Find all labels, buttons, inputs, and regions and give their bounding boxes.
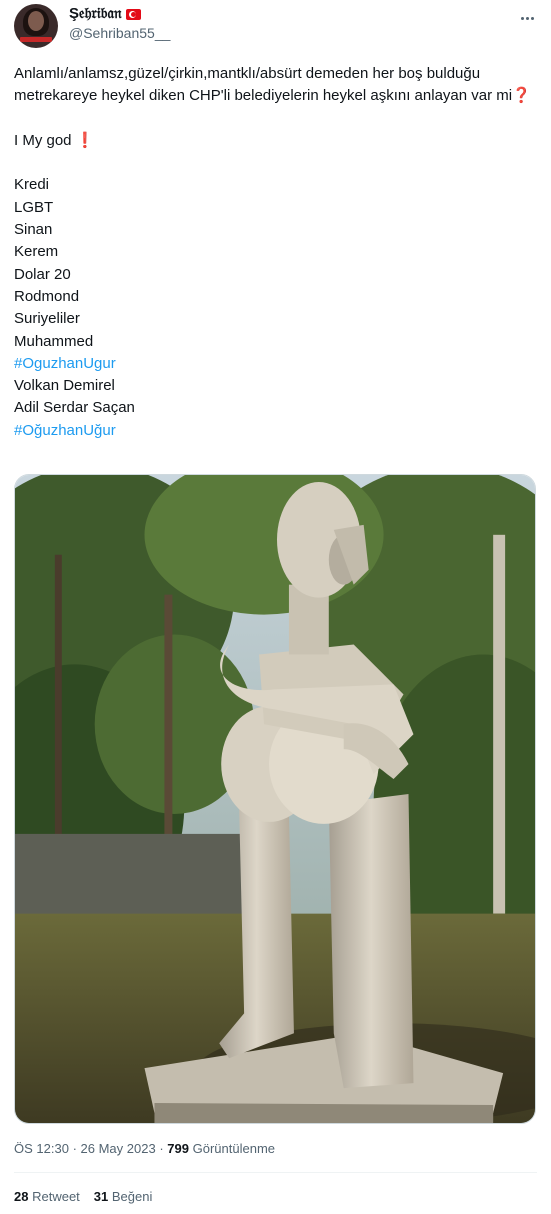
- exclamation-emoji-icon: ❗: [75, 131, 95, 149]
- tweet-header: Ş𝔢𝔥𝔯𝔦𝔟𝔞𝔫 @Sehriban55__: [14, 4, 537, 48]
- list-item: Volkan Demirel: [14, 377, 115, 395]
- hashtag-link[interactable]: #OguzhanUgur: [14, 353, 538, 375]
- views-count: 799: [167, 1141, 189, 1156]
- list-item: Sinan: [14, 221, 53, 239]
- list-item: Suriyeliler: [14, 310, 80, 328]
- question-mark-emoji-icon: ❓: [512, 87, 531, 105]
- retweets-count: 28: [14, 1189, 29, 1204]
- retweets-stat[interactable]: 28 Retweet: [14, 1188, 80, 1206]
- display-name[interactable]: Ş𝔢𝔥𝔯𝔦𝔟𝔞𝔫: [69, 4, 170, 24]
- tweet-photo[interactable]: [14, 474, 536, 1124]
- tweet-stats: 28 Retweet 31 Beğeni: [14, 1188, 152, 1206]
- tweet-time[interactable]: ÖS 12:30: [14, 1141, 69, 1156]
- hashtag-link[interactable]: #OğuzhanUğur: [14, 420, 538, 442]
- list-item: Kredi: [14, 176, 50, 194]
- list-item: Kerem: [14, 243, 59, 261]
- user-handle[interactable]: @Sehriban55__: [69, 24, 170, 42]
- divider: [14, 1172, 537, 1173]
- tweet-date[interactable]: 26 May 2023: [81, 1141, 156, 1156]
- tweet-list: Kredi LGBT Sinan Kerem Dolar 20 Rodmond Suriye…: [14, 174, 538, 442]
- tweet-meta: ÖS 12:30 · 26 May 2023 · 799 Görüntülenm…: [14, 1141, 276, 1156]
- views-label: Görüntülenme: [192, 1141, 276, 1156]
- retweets-label: Retweet: [32, 1189, 80, 1204]
- list-item: Adil Serdar Saçan: [14, 399, 135, 417]
- statue-photo: [15, 475, 535, 1123]
- tweet: Ş𝔢𝔥𝔯𝔦𝔟𝔞𝔫 @Sehriban55__ Anlamlı/anlamsz,g…: [0, 0, 551, 1214]
- list-item: LGBT: [14, 198, 54, 216]
- user-names[interactable]: Ş𝔢𝔥𝔯𝔦𝔟𝔞𝔫 @Sehriban55__: [69, 4, 170, 42]
- list-item: Rodmond: [14, 287, 80, 305]
- display-name-text: Ş𝔢𝔥𝔯𝔦𝔟𝔞𝔫: [69, 5, 122, 22]
- tweet-paragraph-1: Anlamlı/anlamsz,güzel/çirkin,mantklı/abs…: [14, 65, 531, 105]
- avatar[interactable]: [14, 4, 58, 48]
- tweet-paragraph-2: I My god ❗: [14, 131, 95, 149]
- list-item: Muhammed: [14, 332, 94, 350]
- list-item: Dolar 20: [14, 265, 71, 283]
- likes-label: Beğeni: [111, 1189, 153, 1204]
- tweet-text: Anlamlı/anlamsz,güzel/çirkin,mantklı/abs…: [14, 63, 538, 442]
- likes-count: 31: [93, 1189, 109, 1204]
- likes-stat[interactable]: 31 Beğeni: [94, 1188, 153, 1206]
- turkey-flag-icon: [125, 8, 141, 20]
- more-options-icon[interactable]: [517, 8, 537, 28]
